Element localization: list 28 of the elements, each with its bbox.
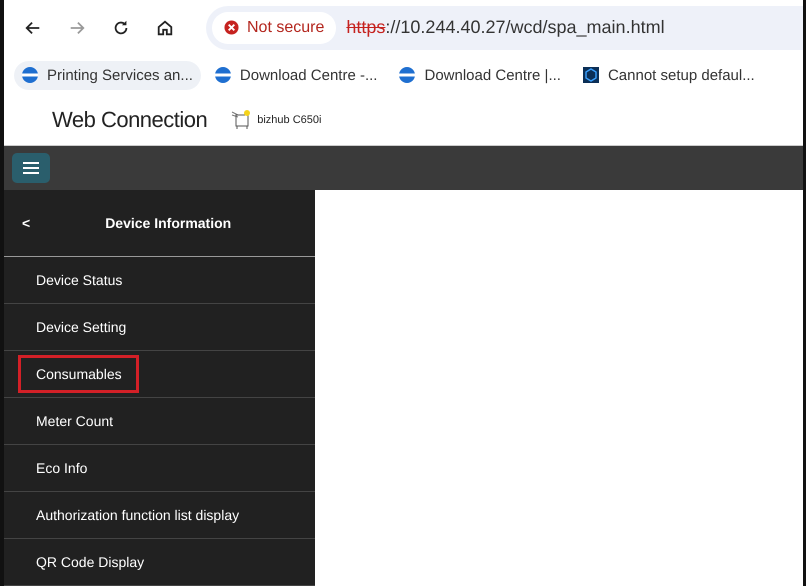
bookmark[interactable]: Cannot setup defaul... — [574, 60, 763, 90]
home-icon[interactable] — [156, 18, 174, 37]
logo: Web Connection — [52, 106, 208, 133]
sidebar-item[interactable]: Consumables — [18, 355, 139, 393]
device-model: bizhub C650i — [257, 114, 322, 126]
sidebar-item[interactable]: Device Status — [18, 261, 140, 299]
printer-icon — [229, 108, 252, 131]
bookmark[interactable]: Download Centre -... — [206, 60, 386, 90]
globe-icon — [22, 67, 38, 84]
sidebar-item[interactable]: QR Code Display — [18, 543, 162, 581]
menu-icon — [23, 160, 39, 175]
sidebar-item[interactable]: Device Setting — [18, 308, 144, 346]
error-icon — [224, 20, 239, 36]
menu-button[interactable] — [12, 152, 50, 183]
url-text: https://10.244.40.27/wcd/spa_main.html — [346, 17, 665, 38]
bookmark[interactable]: Download Centre |... — [391, 60, 569, 90]
cube-icon — [582, 67, 599, 84]
sidebar-title: Device Information — [105, 215, 232, 231]
globe-icon — [214, 67, 231, 84]
sidebar-item[interactable]: Eco Info — [18, 449, 104, 487]
bookmark[interactable]: Printing Services an... — [14, 60, 201, 90]
security-chip[interactable]: Not secure — [212, 12, 336, 44]
address-bar[interactable]: Not secure https://10.244.40.27/wcd/spa_main.html — [206, 6, 803, 50]
sidebar-item[interactable]: Meter Count — [18, 402, 130, 440]
globe-icon — [399, 67, 416, 84]
reload-icon[interactable] — [112, 18, 130, 37]
sidebar-item[interactable]: Authorization function list display — [18, 496, 256, 534]
back-button[interactable]: < — [22, 215, 30, 231]
